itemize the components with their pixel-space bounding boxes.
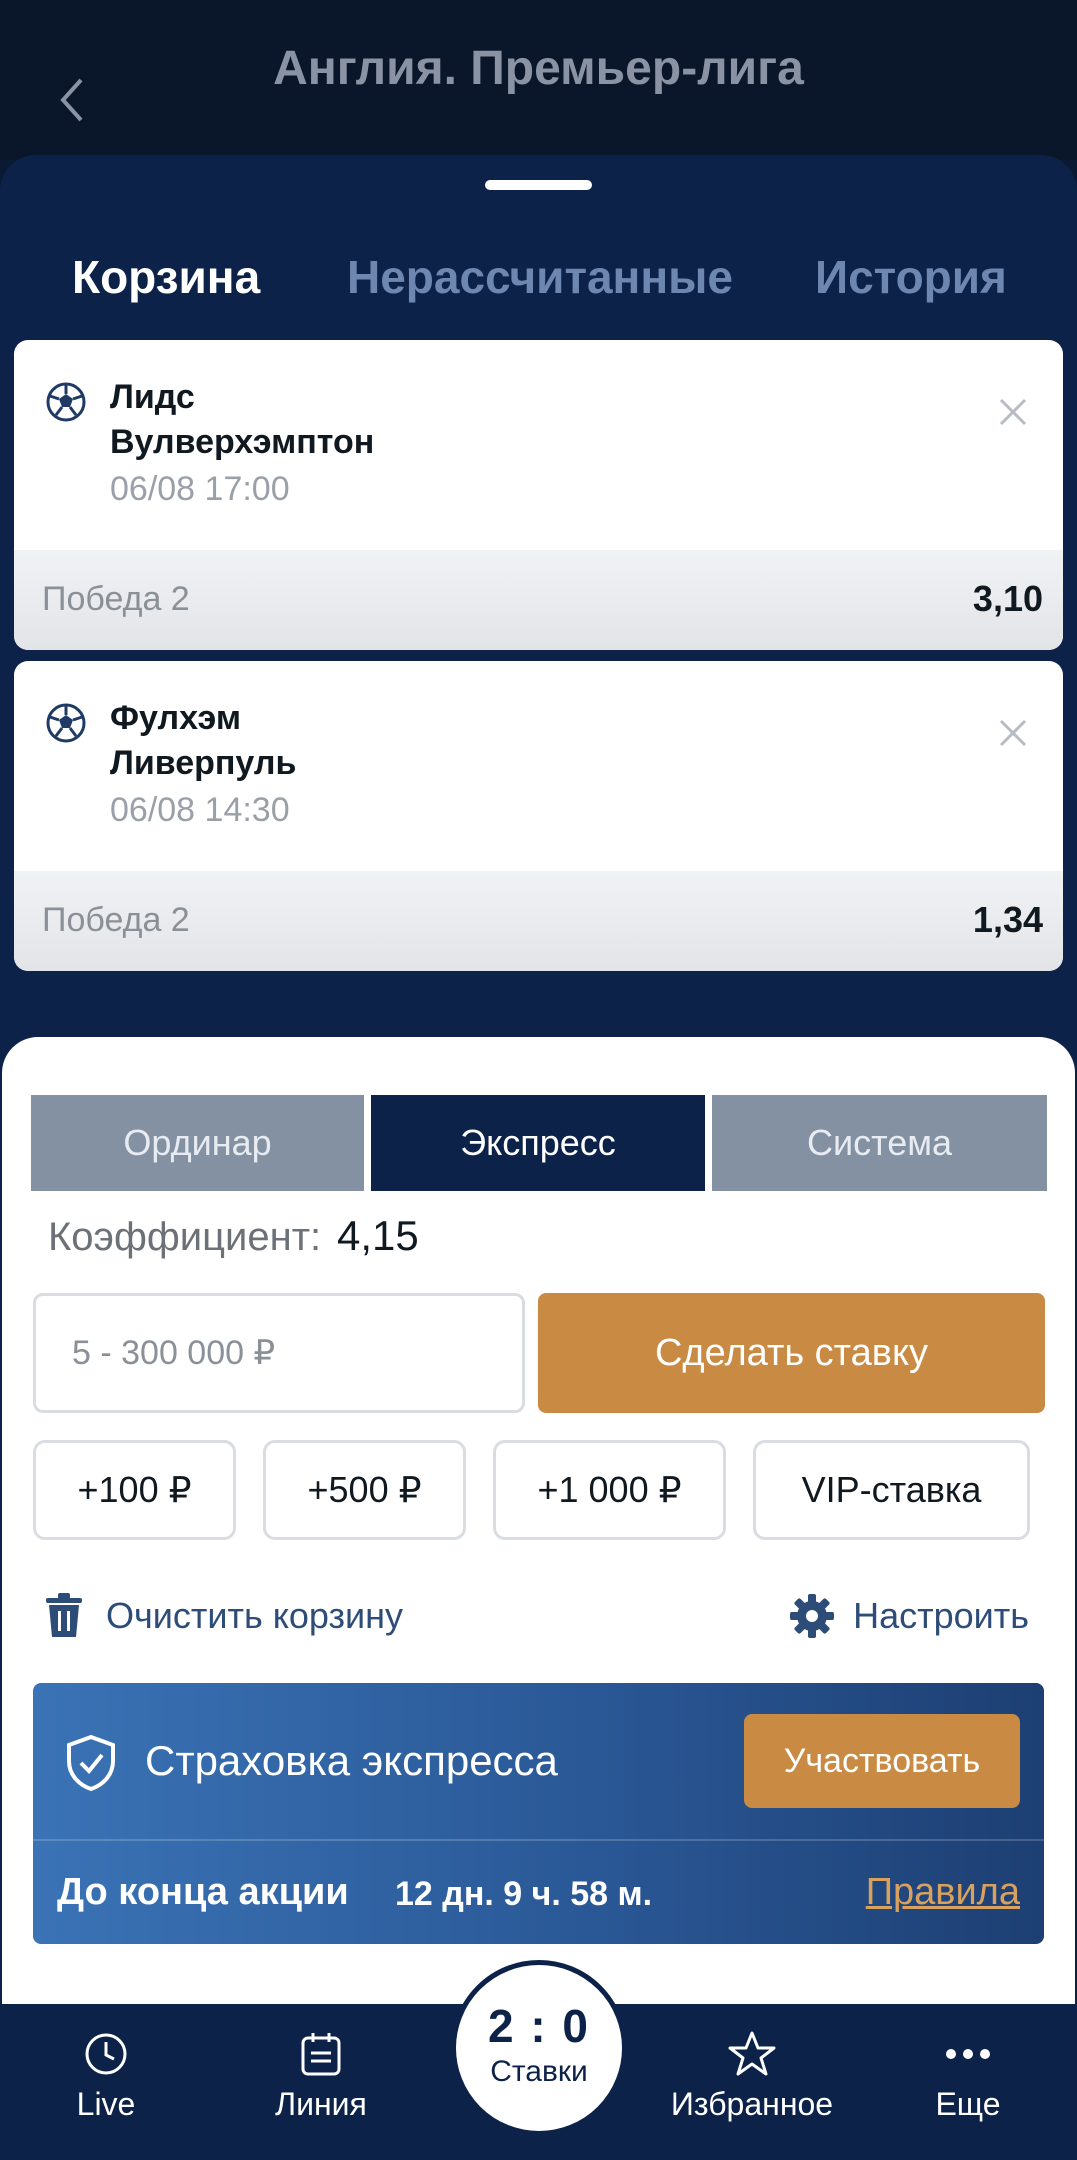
quick-amount-100[interactable]: +100 ₽ <box>33 1440 236 1540</box>
bets-score: 2 : 0 <box>487 2000 591 2052</box>
bets-center-button[interactable]: 2 : 0 Ставки <box>451 1960 627 2136</box>
close-icon[interactable] <box>993 713 1033 753</box>
participate-button[interactable]: Участвовать <box>744 1714 1020 1808</box>
nav-line-label: Линия <box>275 2086 367 2122</box>
bet-slip-tabs: Корзина Нерассчитанные История <box>0 250 1077 320</box>
express-insurance-promo: Страховка экспресса Участвовать До конца… <box>33 1683 1044 1944</box>
soccer-ball-icon <box>46 703 86 743</box>
match-datetime: 06/08 17:00 <box>110 470 290 508</box>
quick-amount-500[interactable]: +500 ₽ <box>263 1440 466 1540</box>
shield-check-icon <box>67 1734 115 1792</box>
bet-card: Лидс Вулверхэмптон 06/08 17:00 Победа 2 … <box>14 340 1063 650</box>
bet-type-system[interactable]: Система <box>712 1095 1047 1191</box>
gear-icon <box>790 1594 835 1638</box>
bet-outcome: Победа 2 <box>42 901 190 939</box>
calendar-list-icon <box>301 2033 341 2076</box>
bet-card: Фулхэм Ливерпуль 06/08 14:30 Победа 2 1,… <box>14 661 1063 971</box>
close-icon[interactable] <box>993 392 1033 432</box>
team-away: Вулверхэмптон <box>110 423 375 461</box>
clock-icon <box>85 2033 127 2075</box>
stake-input[interactable]: 5 - 300 000 ₽ <box>33 1293 525 1413</box>
promo-until-label: До конца акции <box>57 1871 349 1913</box>
place-bet-button[interactable]: Сделать ставку <box>538 1293 1045 1413</box>
bet-outcome: Победа 2 <box>42 580 190 618</box>
coefficient-value: 4,15 <box>337 1212 419 1259</box>
configure-label: Настроить <box>853 1595 1029 1636</box>
sheet-drag-handle[interactable] <box>485 180 592 190</box>
bet-type-express[interactable]: Экспресс <box>371 1095 705 1191</box>
star-icon <box>728 2031 776 2076</box>
coefficient-label: Коэффициент: <box>48 1215 322 1259</box>
bet-outcome-row: Победа 2 1,34 <box>14 871 1063 971</box>
clear-cart-button[interactable]: Очистить корзину <box>44 1586 403 1646</box>
match-datetime: 06/08 14:30 <box>110 791 290 829</box>
chevron-left-icon <box>60 78 83 122</box>
page-title: Англия. Премьер-лига <box>273 42 804 95</box>
nav-more[interactable]: Еще <box>868 2026 1068 2136</box>
nav-more-label: Еще <box>935 2086 1001 2122</box>
bet-odds: 1,34 <box>972 899 1043 940</box>
team-away: Ливерпуль <box>110 744 297 782</box>
tab-cart[interactable]: Корзина <box>72 250 260 304</box>
rules-link[interactable]: Правила <box>866 1871 1020 1914</box>
clear-cart-label: Очистить корзину <box>106 1595 403 1636</box>
quick-amount-1000[interactable]: +1 000 ₽ <box>493 1440 726 1540</box>
team-home: Лидс <box>110 378 195 416</box>
back-button[interactable] <box>48 68 96 132</box>
more-dots-icon <box>946 2049 990 2059</box>
tab-history[interactable]: История <box>815 250 1007 304</box>
team-home: Фулхэм <box>110 699 242 737</box>
nav-line[interactable]: Линия <box>221 2026 421 2136</box>
nav-live-label: Live <box>76 2086 136 2122</box>
bet-outcome-row: Победа 2 3,10 <box>14 550 1063 650</box>
configure-button[interactable]: Настроить <box>789 1586 1029 1646</box>
trash-icon <box>46 1593 82 1637</box>
nav-favorites[interactable]: Избранное <box>652 2026 852 2136</box>
soccer-ball-icon <box>46 382 86 422</box>
bets-label: Ставки <box>490 2055 588 2088</box>
nav-favorites-label: Избранное <box>670 2086 834 2122</box>
promo-divider <box>33 1839 1044 1841</box>
promo-timer: 12 дн. 9 ч. 58 м. <box>395 1875 653 1913</box>
promo-title: Страховка экспресса <box>145 1737 558 1784</box>
nav-live[interactable]: Live <box>6 2026 206 2136</box>
bet-odds: 3,10 <box>972 578 1043 619</box>
bet-type-single[interactable]: Ординар <box>31 1095 364 1191</box>
tab-unsettled[interactable]: Нерассчитанные <box>347 250 733 304</box>
vip-bet-button[interactable]: VIP-ставка <box>753 1440 1030 1540</box>
